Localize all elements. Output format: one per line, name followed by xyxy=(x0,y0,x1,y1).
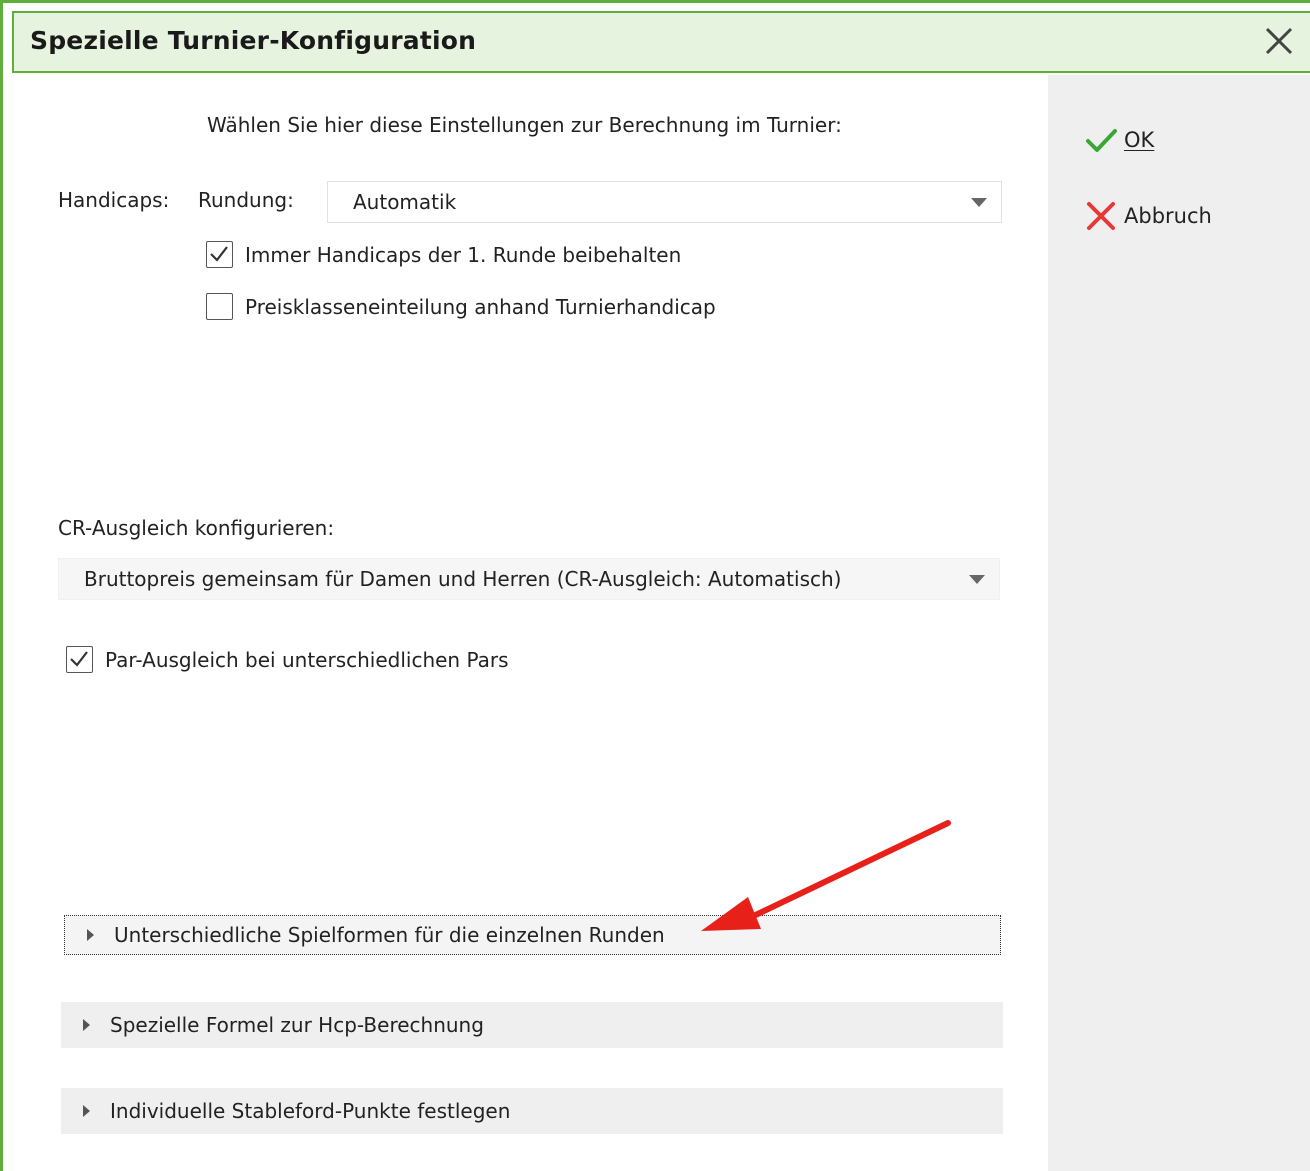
expand-triangle-icon xyxy=(83,1019,90,1031)
expand-triangle-icon xyxy=(83,1105,90,1117)
checkbox-box xyxy=(66,646,93,673)
expander-hcp-formula-label: Spezielle Formel zur Hcp-Berechnung xyxy=(110,1013,484,1037)
close-icon[interactable] xyxy=(1261,23,1297,59)
handicaps-label: Handicaps: xyxy=(58,188,170,212)
cancel-button-label: Abbruch xyxy=(1124,204,1212,228)
cr-select[interactable]: Bruttopreis gemeinsam für Damen und Herr… xyxy=(58,558,1000,600)
cancel-button[interactable]: Abbruch xyxy=(1084,196,1212,236)
cr-label: CR-Ausgleich konfigurieren: xyxy=(58,516,335,540)
keep-first-round-checkbox[interactable]: Immer Handicaps der 1. Runde beibehalten xyxy=(206,241,681,268)
ok-button[interactable]: OK xyxy=(1084,120,1154,160)
chevron-down-icon xyxy=(969,575,985,584)
checkmark-icon xyxy=(1086,129,1117,152)
cr-select-value: Bruttopreis gemeinsam für Damen und Herr… xyxy=(84,567,842,591)
checkmark-icon xyxy=(70,651,88,667)
expander-game-forms[interactable]: Unterschiedliche Spielformen für die ein… xyxy=(64,915,1001,955)
rounding-select[interactable]: Automatik xyxy=(327,181,1002,223)
expander-hcp-formula[interactable]: Spezielle Formel zur Hcp-Berechnung xyxy=(61,1002,1003,1048)
chevron-down-icon xyxy=(971,198,987,207)
expander-game-forms-label: Unterschiedliche Spielformen für die ein… xyxy=(114,923,665,947)
expander-stableford-points[interactable]: Individuelle Stableford-Punkte festlegen xyxy=(61,1088,1003,1134)
rounding-label: Rundung: xyxy=(198,188,294,212)
intro-text: Wählen Sie hier diese Einstellungen zur … xyxy=(207,113,842,137)
checkbox-box xyxy=(206,293,233,320)
keep-first-round-label: Immer Handicaps der 1. Runde beibehalten xyxy=(245,242,682,267)
par-balance-label: Par-Ausgleich bei unterschiedlichen Pars xyxy=(105,647,509,672)
action-sidebar: OK Abbruch xyxy=(1048,75,1310,1171)
par-balance-checkbox[interactable]: Par-Ausgleich bei unterschiedlichen Pars xyxy=(66,646,509,673)
ok-button-label: OK xyxy=(1124,128,1155,152)
dialog-title: Spezielle Turnier-Konfiguration xyxy=(30,26,477,55)
expand-triangle-icon xyxy=(87,929,94,941)
price-class-label: Preisklasseneinteilung anhand Turnierhan… xyxy=(245,294,716,319)
checkmark-icon xyxy=(210,246,228,262)
cross-icon xyxy=(1087,202,1115,230)
expander-stableford-points-label: Individuelle Stableford-Punkte festlegen xyxy=(110,1099,511,1123)
rounding-select-value: Automatik xyxy=(353,190,457,214)
price-class-checkbox[interactable]: Preisklasseneinteilung anhand Turnierhan… xyxy=(206,293,716,320)
dialog-window: Spezielle Turnier-Konfiguration OK Abbru… xyxy=(0,0,1310,1171)
checkbox-box xyxy=(206,241,233,268)
title-bar: Spezielle Turnier-Konfiguration xyxy=(12,11,1310,73)
